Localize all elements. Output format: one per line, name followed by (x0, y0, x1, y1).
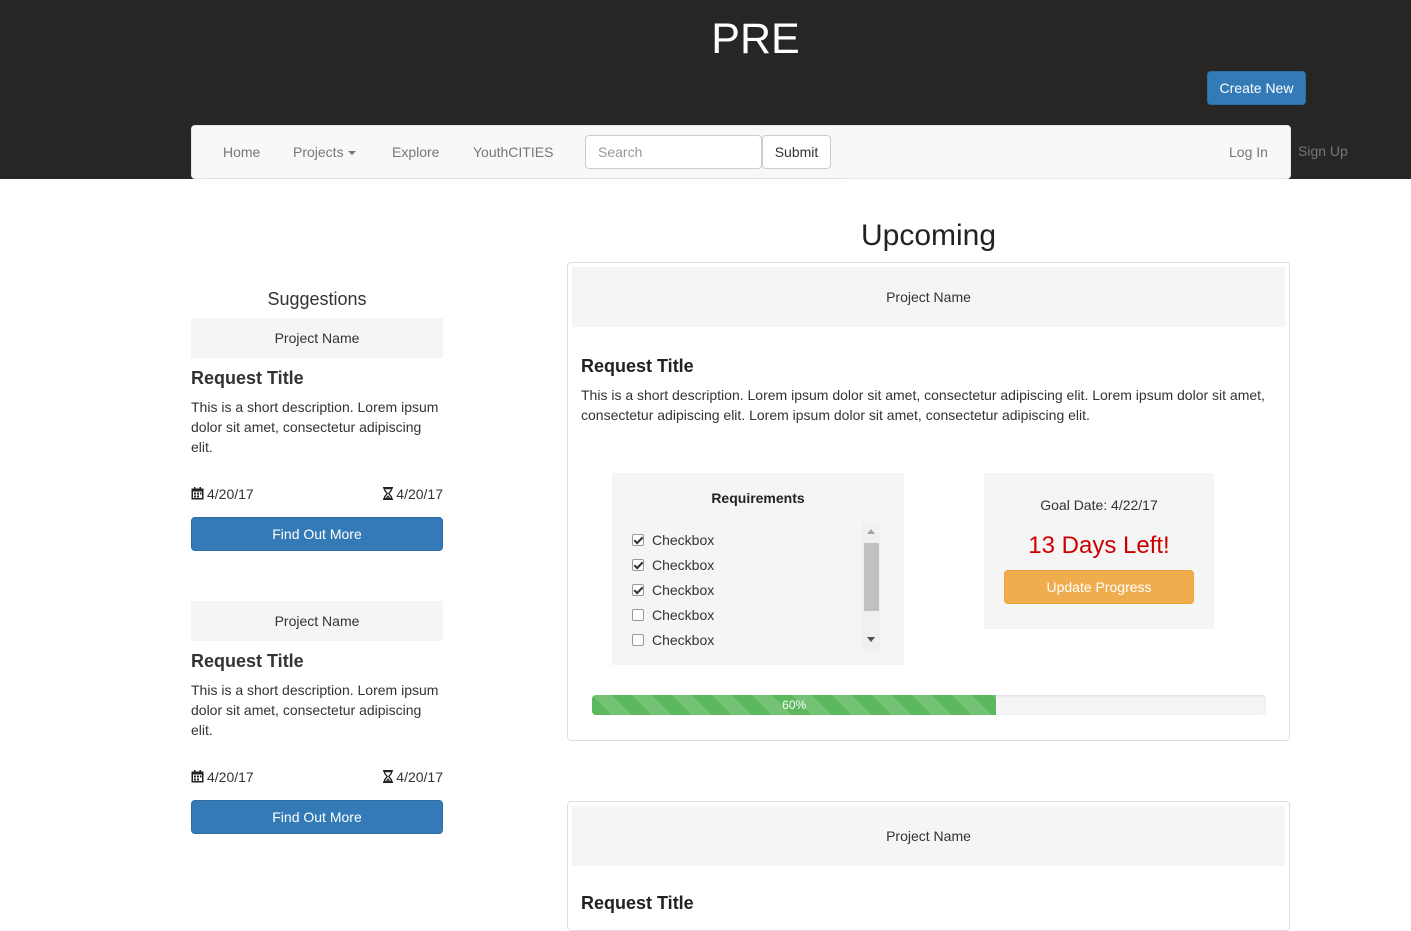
end-date-text: 4/20/17 (396, 769, 443, 785)
upcoming-heading: Upcoming (860, 219, 997, 252)
calendar-icon (191, 770, 204, 783)
checkbox-checked[interactable] (632, 534, 644, 546)
requirement-checkbox[interactable]: Checkbox (632, 630, 714, 650)
requirement-checkbox[interactable]: Checkbox (632, 555, 714, 575)
nav-youthcities[interactable]: YouthCITIES (473, 126, 553, 178)
suggestion-card: Project Name Request Title This is a sho… (191, 318, 443, 551)
card-project-name: Project Name (191, 601, 443, 641)
nav-explore[interactable]: Explore (392, 126, 439, 178)
submit-button[interactable]: Submit (762, 135, 831, 169)
requirements-list[interactable]: Checkbox Checkbox Checkbox Checkbox Chec… (630, 523, 882, 651)
checkbox-label: Checkbox (652, 632, 715, 648)
card-project-name: Project Name (191, 318, 443, 358)
end-date-text: 4/20/17 (396, 486, 443, 502)
checkbox-label: Checkbox (652, 557, 715, 573)
goal-box: Goal Date: 4/22/17 13 Days Left! Update … (984, 473, 1214, 629)
card-description: This is a short description. Lorem ipsum… (191, 399, 439, 455)
upcoming-panel: Project Name Request Title This is a sho… (567, 262, 1290, 741)
start-date-text: 4/20/17 (207, 486, 254, 502)
card-request-title: Request Title (191, 651, 304, 671)
create-new-button[interactable]: Create New (1207, 71, 1306, 105)
requirement-checkbox[interactable]: Checkbox (632, 580, 714, 600)
goal-date: Goal Date: 4/22/17 (1040, 497, 1158, 513)
requirements-heading: Requirements (711, 490, 805, 506)
brand-title: PRE (711, 15, 800, 63)
requirement-checkbox[interactable]: Checkbox (632, 530, 714, 550)
progress-bar-fill: 60% (592, 695, 997, 715)
scrollbar-thumb[interactable] (864, 543, 879, 611)
end-date: 4/20/17 (383, 769, 443, 785)
days-left: 13 Days Left! (1028, 532, 1170, 559)
nav-home[interactable]: Home (223, 126, 260, 178)
card-request-title: Request Title (191, 368, 304, 388)
hourglass-icon (383, 770, 394, 783)
nav-projects-label: Projects (293, 144, 344, 160)
card-description: This is a short description. Lorem ipsum… (191, 682, 439, 738)
requirement-checkbox[interactable]: Checkbox (632, 605, 714, 625)
checkbox-unchecked[interactable] (632, 634, 644, 646)
calendar-icon (191, 487, 204, 500)
progress-bar-track: 60% (592, 695, 1266, 715)
start-date: 4/20/17 (191, 769, 254, 785)
signup-link[interactable]: Sign Up (1298, 144, 1348, 158)
top-header: PRE Create New Home Projects Explore You… (0, 0, 1411, 179)
upcoming-panel: Project Name Request Title (567, 801, 1290, 931)
checkbox-checked[interactable] (632, 559, 644, 571)
requirements-scrollbar[interactable] (862, 523, 880, 651)
scroll-down-arrow-icon[interactable] (867, 637, 875, 642)
start-date-text: 4/20/17 (207, 769, 254, 785)
scroll-up-arrow-icon[interactable] (867, 529, 875, 534)
search-input[interactable] (585, 135, 762, 169)
panel-project-name: Project Name (572, 267, 1285, 327)
suggestion-card: Project Name Request Title This is a sho… (191, 601, 443, 834)
find-out-more-button[interactable]: Find Out More (191, 800, 443, 834)
start-date: 4/20/17 (191, 486, 254, 502)
panel-request-title: Request Title (581, 356, 694, 376)
update-progress-button[interactable]: Update Progress (1004, 570, 1194, 604)
hourglass-icon (383, 487, 394, 500)
login-link[interactable]: Log In (1229, 126, 1268, 178)
navbar: Home Projects Explore YouthCITIES Submit… (191, 125, 1291, 179)
checkbox-label: Checkbox (652, 607, 715, 623)
find-out-more-button[interactable]: Find Out More (191, 517, 443, 551)
panel-project-name: Project Name (572, 806, 1285, 866)
panel-description: This is a short description. Lorem ipsum… (581, 387, 1265, 423)
card-dates: 4/20/17 4/20/17 (191, 486, 443, 506)
requirements-box: Requirements Checkbox Checkbox Checkbox … (612, 473, 904, 665)
checkbox-checked[interactable] (632, 584, 644, 596)
panel-request-title: Request Title (581, 893, 694, 913)
nav-projects-dropdown[interactable]: Projects (293, 126, 356, 178)
checkbox-label: Checkbox (652, 532, 715, 548)
end-date: 4/20/17 (383, 486, 443, 502)
nav-divider (206, 178, 846, 179)
suggestions-column: Suggestions Project Name Request Title T… (191, 289, 443, 834)
checkbox-label: Checkbox (652, 582, 715, 598)
checkbox-unchecked[interactable] (632, 609, 644, 621)
card-dates: 4/20/17 4/20/17 (191, 769, 443, 789)
caret-down-icon (347, 151, 356, 156)
suggestions-heading: Suggestions (267, 289, 367, 309)
